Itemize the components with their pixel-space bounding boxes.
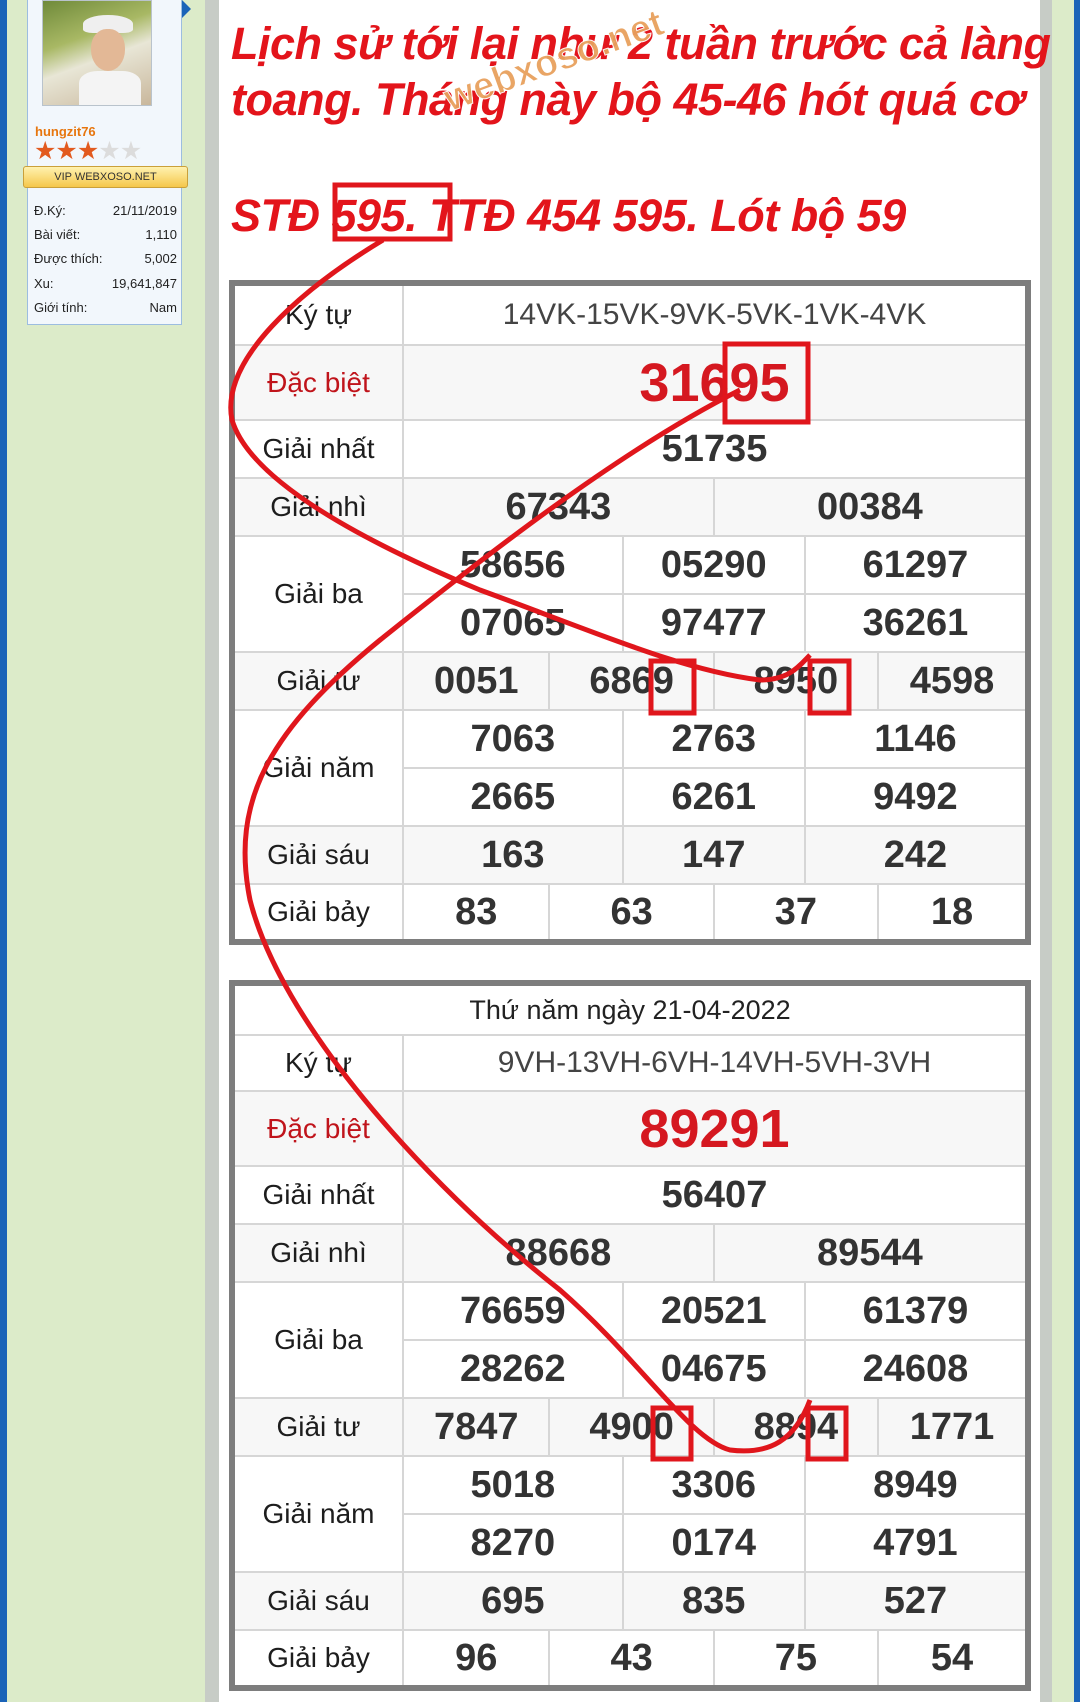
avatar[interactable]	[42, 0, 152, 106]
prize-number: 7847	[401, 1397, 551, 1457]
star-empty-icon: ★	[98, 137, 120, 165]
prize-number: 7063	[402, 709, 624, 769]
row-label: Giải tư	[231, 651, 404, 711]
row-label: Giải nhất	[231, 1165, 404, 1225]
special-prize: 31695	[402, 344, 1029, 421]
row-label: Giải sáu	[231, 825, 404, 885]
rating-stars: ★★★★★	[34, 137, 142, 165]
result-table-2: Thứ năm ngày 21-04-2022 Ký tự 9VH-13VH-6V…	[229, 980, 1031, 1691]
prize-number: 75	[712, 1629, 880, 1689]
prize-number: 3306	[621, 1455, 806, 1515]
special-prize: 89291	[402, 1090, 1029, 1167]
stat-coins: Xu: 19,641,847	[34, 276, 177, 291]
right-frame-edge	[1074, 0, 1080, 1702]
prize-number: 527	[803, 1571, 1030, 1631]
prize-number: 54	[877, 1629, 1029, 1689]
prize-number: 05290	[621, 535, 806, 595]
prize-number: 4900	[548, 1397, 715, 1457]
prize-number: 89544	[712, 1223, 1030, 1283]
prize-number: 6869	[548, 651, 715, 711]
prize-number: 2665	[402, 767, 624, 827]
post-content: Lịch sử tới lại như 2 tuần trước cả làng…	[219, 0, 1051, 1702]
prize-number: 0051	[401, 651, 551, 711]
star-icon: ★	[76, 137, 99, 165]
prize-number: 242	[803, 825, 1030, 885]
user-card: hungzit76 ★★★★★ VIP WEBXOSO.NET Đ.Ký: 21/…	[23, 0, 188, 325]
prize-number: 1771	[877, 1397, 1029, 1457]
row-label: Giải ba	[231, 1281, 404, 1399]
prize-number: 147	[621, 825, 806, 885]
stat-join-date: Đ.Ký: 21/11/2019	[34, 203, 177, 218]
kytu-value: 14VK-15VK-9VK-5VK-1VK-4VK	[402, 282, 1029, 346]
prize-number: 61379	[803, 1281, 1030, 1341]
prize-number: 83	[401, 883, 551, 943]
left-frame-edge	[0, 0, 7, 1702]
row-label: Giải sáu	[231, 1571, 404, 1631]
prize-number: 8270	[402, 1513, 624, 1573]
draw-date: Thứ năm ngày 21-04-2022	[231, 982, 1029, 1036]
prize-number: 36261	[803, 593, 1030, 653]
prize-number: 37	[712, 883, 880, 943]
prize-number: 61297	[803, 535, 1030, 595]
prize-number: 51735	[402, 419, 1029, 479]
row-label: Giải nhì	[231, 1223, 404, 1283]
row-label: Ký tự	[231, 282, 404, 346]
stat-likes: Được thích: 5,002	[34, 251, 177, 266]
prize-number: 8950	[712, 651, 880, 711]
row-label: Giải nhì	[231, 477, 404, 537]
row-label: Giải bảy	[231, 1629, 404, 1689]
prize-number: 97477	[621, 593, 806, 653]
prize-number: 76659	[402, 1281, 624, 1341]
post-headline-line2: toang. Tháng này bộ 45-46 hót quá cơ	[231, 74, 1024, 125]
vip-badge: VIP WEBXOSO.NET	[23, 166, 188, 188]
prize-number: 2763	[621, 709, 806, 769]
star-empty-icon: ★	[119, 137, 142, 165]
prize-number: 8949	[803, 1455, 1030, 1515]
prize-number: 24608	[803, 1339, 1030, 1399]
prize-number: 8894	[712, 1397, 880, 1457]
row-label: Giải ba	[231, 535, 404, 653]
prize-number: 28262	[402, 1339, 624, 1399]
prize-number: 695	[402, 1571, 624, 1631]
stat-posts: Bài viết: 1,110	[34, 227, 177, 242]
prize-number: 6261	[621, 767, 806, 827]
row-label: Đặc biệt	[231, 1090, 404, 1167]
row-label: Đặc biệt	[231, 344, 404, 421]
prize-number: 58656	[402, 535, 624, 595]
prize-number: 18	[877, 883, 1029, 943]
post-left-border	[205, 0, 219, 1702]
prize-number: 88668	[402, 1223, 715, 1283]
prize-number: 07065	[402, 593, 624, 653]
prize-number: 163	[402, 825, 624, 885]
prize-number: 04675	[621, 1339, 806, 1399]
prize-number: 00384	[712, 477, 1030, 537]
prize-number: 4598	[877, 651, 1029, 711]
row-label: Giải năm	[231, 1455, 404, 1573]
prize-number: 4791	[803, 1513, 1030, 1573]
star-icon: ★	[55, 137, 77, 165]
pointer-arrow-icon	[182, 0, 191, 18]
row-label: Giải năm	[231, 709, 404, 827]
prize-number: 9492	[803, 767, 1030, 827]
post-headline-line3: STĐ 595. TTĐ 454 595. Lót bộ 59	[231, 190, 906, 241]
prize-number: 1146	[803, 709, 1030, 769]
prize-number: 5018	[402, 1455, 624, 1515]
prize-number: 0174	[621, 1513, 806, 1573]
prize-number: 835	[621, 1571, 806, 1631]
kytu-value: 9VH-13VH-6VH-14VH-5VH-3VH	[402, 1034, 1029, 1092]
prize-number: 43	[548, 1629, 715, 1689]
prize-number: 63	[548, 883, 715, 943]
prize-number: 67343	[402, 477, 715, 537]
prize-number: 20521	[621, 1281, 806, 1341]
star-icon: ★	[34, 137, 56, 165]
row-label: Ký tự	[231, 1034, 404, 1092]
result-table-1: Ký tự 14VK-15VK-9VK-5VK-1VK-4VK Đặc biệt 3…	[229, 280, 1031, 945]
row-label: Giải tư	[231, 1397, 404, 1457]
row-label: Giải bảy	[231, 883, 404, 943]
prize-number: 56407	[402, 1165, 1029, 1225]
stat-gender: Giới tính: Nam	[34, 300, 177, 315]
post-right-border	[1040, 0, 1052, 1702]
row-label: Giải nhất	[231, 419, 404, 479]
prize-number: 96	[401, 1629, 551, 1689]
